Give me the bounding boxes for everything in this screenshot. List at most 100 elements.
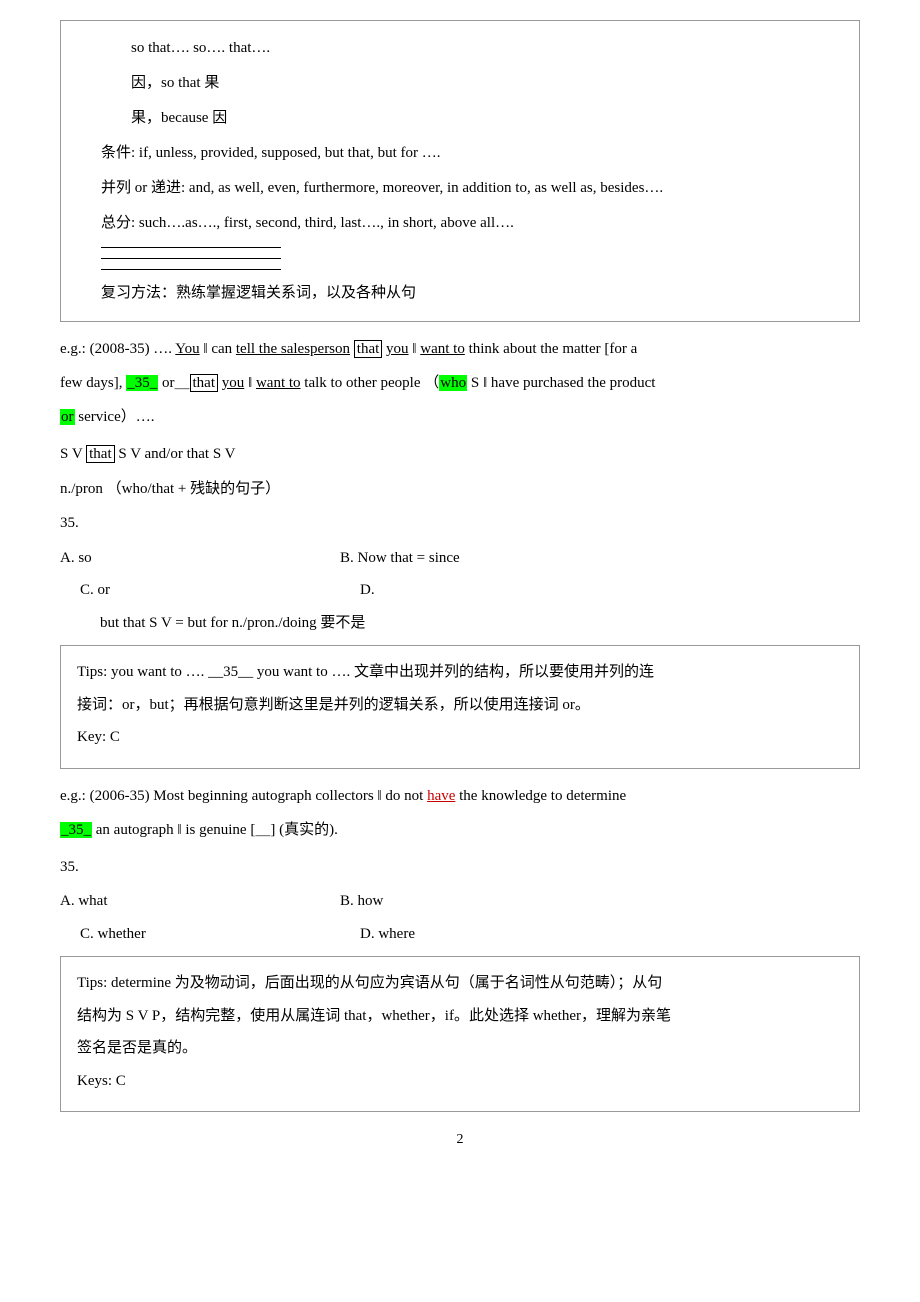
condition-line: 条件: if, unless, provided, supposed, but … [101,140,839,167]
q35b-number: 35. [60,853,860,882]
tips-box-2: Tips: determine 为及物动词，后面出现的从句应为宾语从句（属于名词… [60,956,860,1112]
eg2-blank35: _35_ [60,822,92,838]
eg1-section: e.g.: (2008-35) …. You ‖ can tell the sa… [60,334,860,432]
eg1-or2: or [60,409,75,425]
q35-optB-text: B. Now that = since [340,550,460,566]
tips2-line3: 签名是否是真的。 [77,1034,843,1063]
parallel-text: 并列 or 递进: and, as well, even, furthermor… [101,180,663,196]
q35-label: 35. [60,515,79,531]
tips1-key-text: Key: C [77,729,120,745]
q35-optA: A. so [60,544,340,573]
q35b-optC-text: C. whether [80,926,146,942]
eg2-section: e.g.: (2006-35) Most beginning autograph… [60,781,860,845]
eg1-blank35: _35_ [126,375,158,391]
tips1-key: Key: C [77,723,843,752]
eg2-label: e.g.: (2006-35) Most beginning autograph… [60,788,427,804]
q35-optD-text: D. [360,582,375,598]
page-number: 2 [60,1132,860,1148]
parallel-line: 并列 or 递进: and, as well, even, furthermor… [101,175,839,202]
q35b-optD-text: D. where [360,926,415,942]
review-method: 复习方法：熟练掌握逻辑关系词，以及各种从句 [101,280,839,307]
q35b-optB: B. how [340,887,860,916]
eg1-that2: that [190,374,219,392]
eg1-line2: few days], _35_ or＿that you ‖ want to ta… [60,368,860,398]
so-that-line: so that…. so…. that…. [131,35,839,62]
eg1-text6: ‖ [244,375,256,391]
q35b-label: 35. [60,859,79,875]
tips2-line1: Tips: determine 为及物动词，后面出现的从句应为宾语从句（属于名词… [77,969,843,998]
q35-optC: C. or [80,576,360,605]
tips2-key-text: Keys: C [77,1073,126,1089]
tips2-text3: 签名是否是真的。 [77,1040,197,1056]
eg1-text3: ‖ [409,341,421,357]
eg1-space2: ＿ [174,375,189,391]
divider-line-2 [101,258,281,259]
q35b-optD: D. where [360,920,860,949]
npron-line: n./pron （who/that + 残缺的句子） [60,475,860,504]
eg1-or: or [158,375,174,391]
eg2-line2: _35_ an autograph ‖ is genuine [＿] (真实的)… [60,815,860,845]
npron-text: n./pron （who/that + 残缺的句子） [60,481,280,497]
summary-line: 总分: such….as…., first, second, third, la… [101,210,839,237]
q35-options-row1: A. so B. Now that = since [60,544,860,573]
tips1-text1: Tips: you want to …. __35__ you want to … [77,664,654,680]
eg1-who: who [439,375,467,391]
q35b-optA: A. what [60,887,340,916]
q35b-optB-text: B. how [340,893,383,909]
eg1-tell: tell the salesperson [236,341,350,357]
eg1-you3: you [222,375,245,391]
divider-line-1 [101,247,281,248]
cause-result-text2: 果，because 因 [131,110,227,126]
but-that-line: but that S V = but for n./pron./doing 要不… [100,609,860,638]
eg1-you2: you [386,341,409,357]
q35-optB: B. Now that = since [340,544,860,573]
eg1-service: service）…. [75,409,155,425]
eg2-text3: an autograph ‖ is genuine [＿] (真实的). [92,822,338,838]
q35-options-row2: C. or D. [60,576,860,605]
q35-number: 35. [60,509,860,538]
tips2-key: Keys: C [77,1067,843,1096]
sv-that: that [86,445,115,463]
summary-text: 总分: such….as…., first, second, third, la… [101,215,514,231]
eg1-text1: ‖ can [200,341,236,357]
cause-result-line1: 因，so that 果 [131,70,839,97]
sv-text2: S V and/or that S V [115,446,236,462]
cause-result-text1: 因，so that 果 [131,75,219,91]
eg1-want2: want to [256,375,301,391]
q35-optD: D. [360,576,860,605]
eg2-have: have [427,788,455,804]
eg1-label: e.g.: (2008-35) …. [60,341,175,357]
tips2-text1: Tips: determine 为及物动词，后面出现的从句应为宾语从句（属于名词… [77,975,662,991]
eg2-text2: the knowledge to determine [455,788,626,804]
sv-line: S V that S V and/or that S V [60,440,860,469]
review-method-text: 复习方法：熟练掌握逻辑关系词，以及各种从句 [101,285,416,301]
so-that-text: so that…. so…. that…. [131,40,270,56]
but-that-text: but that S V = but for n./pron./doing 要不… [100,615,365,631]
q35b-optC: C. whether [80,920,360,949]
eg2-line1: e.g.: (2006-35) Most beginning autograph… [60,781,860,811]
page-content: so that…. so…. that…. 因，so that 果 果，beca… [60,20,860,1148]
cause-result-line2: 果，because 因 [131,105,839,132]
q35b-options-row2: C. whether D. where [60,920,860,949]
tips1-text2: 接词：or，but；再根据句意判断这里是并列的逻辑关系，所以使用连接词 or。 [77,697,590,713]
eg1-text8: S ‖ have purchased the product [467,375,655,391]
eg1-text7: talk to other people （ [301,375,440,391]
box-section-1: so that…. so…. that…. 因，so that 果 果，beca… [60,20,860,322]
eg1-text4: think about the matter [for a [465,341,637,357]
eg1-you: You [175,341,199,357]
q35-optA-text: A. so [60,550,92,566]
condition-text: 条件: if, unless, provided, supposed, but … [101,145,441,161]
eg1-line1: e.g.: (2008-35) …. You ‖ can tell the sa… [60,334,860,364]
page-number-text: 2 [457,1132,464,1147]
eg1-want: want to [420,341,465,357]
eg1-that1: that [354,340,383,358]
sv-text: S V [60,446,86,462]
tips-box-1: Tips: you want to …. __35__ you want to … [60,645,860,769]
tips2-text2: 结构为 S V P，结构完整，使用从属连词 that，whether，if。此处… [77,1008,671,1024]
tips2-line2: 结构为 S V P，结构完整，使用从属连词 that，whether，if。此处… [77,1002,843,1031]
q35-optC-text: C. or [80,582,110,598]
eg1-line3: or service）…. [60,402,860,432]
q35b-options-row1: A. what B. how [60,887,860,916]
tips1-line2: 接词：or，but；再根据句意判断这里是并列的逻辑关系，所以使用连接词 or。 [77,691,843,720]
divider-line-3 [101,269,281,270]
